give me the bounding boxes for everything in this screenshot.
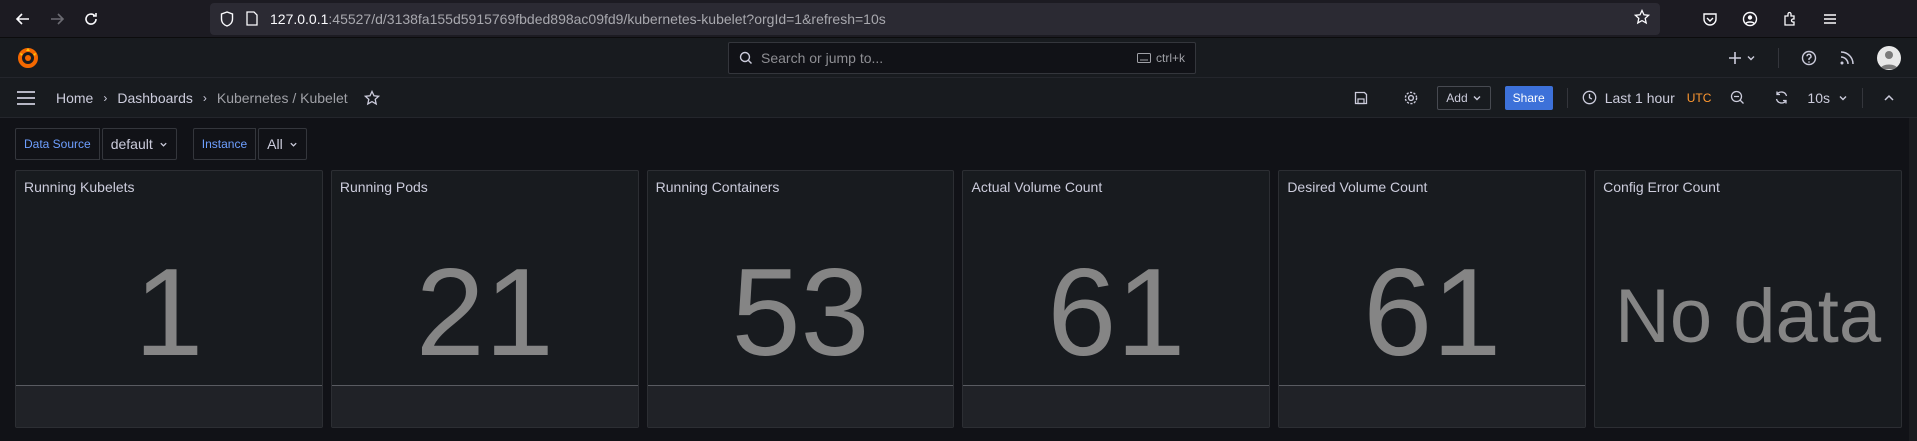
panel-title[interactable]: Desired Volume Count bbox=[1287, 179, 1427, 195]
data-source-select[interactable]: default bbox=[101, 128, 177, 160]
sparkline-area bbox=[331, 385, 638, 427]
search-input[interactable]: Search or jump to... ctrl+k bbox=[728, 41, 1196, 74]
instance-select[interactable]: All bbox=[258, 128, 307, 160]
grafana-topbar: Search or jump to... ctrl+k bbox=[0, 38, 1917, 78]
url-path: :45527/d/3138fa155d5915769fbded898ac09fd… bbox=[328, 10, 886, 27]
dashboard-toolbar: Add Share Last 1 hour UTC 10s bbox=[1349, 85, 1901, 110]
variable-value: All bbox=[267, 136, 283, 152]
pocket-icon[interactable] bbox=[1700, 9, 1720, 29]
refresh-interval-label: 10s bbox=[1807, 89, 1830, 106]
favorite-star-icon[interactable] bbox=[363, 89, 380, 106]
divider bbox=[1778, 47, 1779, 68]
add-button-label: Add bbox=[1446, 90, 1468, 105]
dashboard-panels: Running Kubelets 1 Running Pods 21 Runni… bbox=[0, 170, 1917, 428]
variable-value: default bbox=[110, 136, 153, 152]
time-range-picker[interactable]: Last 1 hour UTC bbox=[1582, 89, 1712, 106]
chevron-right-icon: › bbox=[202, 90, 207, 105]
sparkline-area bbox=[1279, 385, 1586, 427]
shield-icon[interactable] bbox=[220, 10, 234, 27]
browser-extensions bbox=[1700, 9, 1840, 29]
panel-title[interactable]: Running Pods bbox=[340, 179, 428, 195]
back-icon[interactable] bbox=[8, 4, 38, 34]
panel-title[interactable]: Running Containers bbox=[656, 179, 780, 195]
panel-title[interactable]: Config Error Count bbox=[1603, 179, 1720, 195]
stat-value: 61 bbox=[1047, 244, 1186, 382]
no-data-message: No data bbox=[1614, 274, 1882, 359]
stat-value: 1 bbox=[134, 244, 204, 382]
hamburger-menu-icon[interactable] bbox=[16, 90, 36, 106]
dashboard-nav-bar: Home › Dashboards › Kubernetes / Kubelet… bbox=[0, 78, 1917, 118]
share-button[interactable]: Share bbox=[1504, 85, 1553, 110]
browser-toolbar: 127.0.0.1:45527/d/3138fa155d5915769fbded… bbox=[0, 0, 1917, 38]
zoom-out-icon[interactable] bbox=[1725, 86, 1749, 110]
avatar[interactable] bbox=[1877, 45, 1901, 70]
panel-title[interactable]: Actual Volume Count bbox=[971, 179, 1102, 195]
bookmark-star-icon[interactable] bbox=[1633, 8, 1651, 28]
timezone-badge: UTC bbox=[1686, 90, 1712, 105]
stat-panel-config-error-count[interactable]: Config Error Count No data bbox=[1594, 170, 1902, 428]
divider bbox=[1566, 87, 1568, 108]
refresh-icon[interactable] bbox=[1769, 86, 1793, 110]
panel-title[interactable]: Running Kubelets bbox=[24, 179, 135, 195]
grafana-logo-icon[interactable] bbox=[16, 46, 40, 70]
topbar-actions bbox=[1728, 45, 1901, 70]
variable-label: Data Source bbox=[15, 128, 100, 160]
chevron-down-icon bbox=[1839, 95, 1847, 100]
forward-icon[interactable] bbox=[42, 4, 72, 34]
chevron-down-icon bbox=[1473, 95, 1481, 100]
menu-icon[interactable] bbox=[1820, 9, 1840, 29]
variable-data-source: Data Source default bbox=[15, 128, 177, 160]
chevron-down-icon bbox=[160, 142, 167, 147]
chevron-right-icon: › bbox=[103, 90, 108, 105]
stat-value: 21 bbox=[415, 244, 554, 382]
keyboard-icon bbox=[1136, 52, 1151, 63]
chevron-down-icon bbox=[1747, 55, 1755, 60]
add-button[interactable]: Add bbox=[1437, 85, 1491, 110]
stat-panel-desired-volume-count[interactable]: Desired Volume Count 61 bbox=[1278, 170, 1587, 428]
breadcrumb-dashboards[interactable]: Dashboards bbox=[117, 90, 193, 106]
search-shortcut: ctrl+k bbox=[1136, 51, 1185, 65]
stat-panel-running-kubelets[interactable]: Running Kubelets 1 bbox=[15, 170, 323, 428]
variable-instance: Instance All bbox=[192, 128, 307, 160]
page-icon[interactable] bbox=[246, 11, 258, 26]
breadcrumb-home[interactable]: Home bbox=[56, 90, 93, 106]
new-plus-icon[interactable] bbox=[1728, 51, 1756, 65]
help-icon[interactable] bbox=[1801, 50, 1817, 66]
url-host: 127.0.0.1 bbox=[270, 10, 329, 27]
reload-icon[interactable] bbox=[76, 4, 106, 34]
collapse-chevron-up-icon[interactable] bbox=[1877, 86, 1901, 110]
extensions-icon[interactable] bbox=[1780, 9, 1800, 29]
sparkline-area bbox=[963, 385, 1270, 427]
time-range-label: Last 1 hour bbox=[1604, 89, 1675, 106]
search-placeholder: Search or jump to... bbox=[761, 49, 884, 66]
account-icon[interactable] bbox=[1740, 9, 1760, 29]
save-icon[interactable] bbox=[1349, 86, 1373, 110]
sparkline-area bbox=[647, 385, 954, 427]
stat-panel-actual-volume-count[interactable]: Actual Volume Count 61 bbox=[962, 170, 1271, 428]
stat-panel-running-pods[interactable]: Running Pods 21 bbox=[330, 170, 639, 428]
url-bar[interactable]: 127.0.0.1:45527/d/3138fa155d5915769fbded… bbox=[210, 2, 1660, 35]
stat-value: 61 bbox=[1363, 244, 1502, 382]
sparkline-area bbox=[16, 385, 322, 427]
stat-value: 53 bbox=[731, 244, 870, 382]
settings-gear-icon[interactable] bbox=[1399, 86, 1423, 110]
breadcrumb-current: Kubernetes / Kubelet bbox=[216, 89, 348, 106]
stat-panel-running-containers[interactable]: Running Containers 53 bbox=[646, 170, 955, 428]
divider bbox=[1862, 87, 1863, 108]
search-icon bbox=[739, 51, 753, 65]
template-variables: Data Source default Instance All bbox=[0, 118, 1917, 170]
refresh-interval-picker[interactable]: 10s bbox=[1807, 90, 1848, 106]
page-scrollbar[interactable] bbox=[1909, 118, 1917, 441]
chevron-down-icon bbox=[290, 142, 297, 147]
variable-label: Instance bbox=[192, 128, 257, 160]
clock-icon bbox=[1582, 90, 1597, 105]
news-rss-icon[interactable] bbox=[1839, 50, 1855, 66]
